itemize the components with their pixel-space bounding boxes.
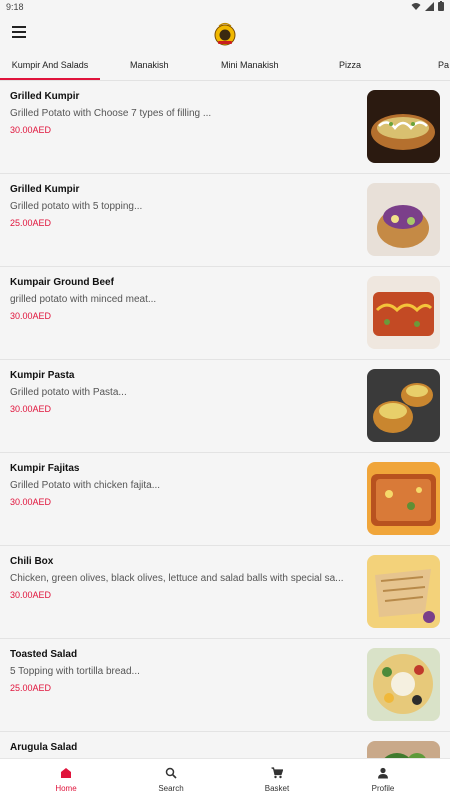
item-image <box>367 276 440 349</box>
item-image <box>367 462 440 535</box>
item-image <box>367 741 440 758</box>
nav-home-label: Home <box>55 784 77 793</box>
item-name: Arugula Salad <box>10 742 78 753</box>
menu-item[interactable]: Kumpir Fajitas Grilled Potato with chick… <box>0 453 450 546</box>
nav-profile-label: Profile <box>371 784 395 793</box>
item-description: Grilled potato with 5 topping... <box>10 201 143 212</box>
status-bar: 9:18 <box>0 0 450 14</box>
item-price: 25.00AED <box>10 683 52 693</box>
wifi-icon <box>411 2 421 10</box>
nav-basket-label: Basket <box>264 784 290 793</box>
item-description: Chicken, green olives, black olives, let… <box>10 573 344 584</box>
tab-kumpir-and-salads[interactable]: Kumpir And Salads <box>0 54 100 80</box>
item-description: 5 Topping with tortilla bread... <box>10 666 140 677</box>
nav-profile[interactable]: Profile <box>327 759 439 801</box>
item-name: Toasted Salad <box>10 649 78 660</box>
item-price: 30.00AED <box>10 125 52 135</box>
category-tabs: Kumpir And Salads Manakish Mini Manakish… <box>0 54 450 81</box>
bottom-navigation: Home Search Basket Profile <box>0 758 450 801</box>
item-image <box>367 90 440 163</box>
item-name: Grilled Kumpir <box>10 184 80 195</box>
item-price: 30.00AED <box>10 404 52 414</box>
item-name: Grilled Kumpir <box>10 91 80 102</box>
search-icon <box>165 767 177 779</box>
menu-item[interactable]: Arugula Salad <box>0 732 450 758</box>
item-description: grilled potato with minced meat... <box>10 294 157 305</box>
battery-icon <box>438 1 444 11</box>
menu-item[interactable]: Grilled Kumpir Grilled Potato with Choos… <box>0 81 450 174</box>
tab-pizza[interactable]: Pizza <box>339 54 361 78</box>
menu-item[interactable]: Chili Box Chicken, green olives, black o… <box>0 546 450 639</box>
person-icon <box>378 767 388 779</box>
item-price: 30.00AED <box>10 590 52 600</box>
home-icon <box>61 768 71 778</box>
cart-icon <box>271 767 283 779</box>
item-name: Chili Box <box>10 556 54 567</box>
nav-search-label: Search <box>158 784 184 793</box>
item-image <box>367 369 440 442</box>
item-price: 30.00AED <box>10 497 52 507</box>
tab-manakish[interactable]: Manakish <box>130 54 169 78</box>
item-name: Kumpir Pasta <box>10 370 75 381</box>
item-image <box>367 183 440 256</box>
menu-list: Grilled Kumpir Grilled Potato with Choos… <box>0 81 450 758</box>
signal-icon <box>425 1 434 11</box>
item-description: Grilled potato with Pasta... <box>10 387 127 398</box>
menu-item[interactable]: Toasted Salad 5 Topping with tortilla br… <box>0 639 450 732</box>
item-image <box>367 555 440 628</box>
menu-item[interactable]: Grilled Kumpir Grilled potato with 5 top… <box>0 174 450 267</box>
item-description: Grilled Potato with chicken fajita... <box>10 480 161 491</box>
item-price: 30.00AED <box>10 311 52 321</box>
menu-button[interactable] <box>12 26 26 38</box>
tab-pa[interactable]: Pa <box>438 54 449 78</box>
nav-basket[interactable]: Basket <box>221 759 333 801</box>
status-time: 9:18 <box>6 2 24 12</box>
restaurant-logo <box>214 22 236 46</box>
item-name: Kumpir Fajitas <box>10 463 80 474</box>
nav-search[interactable]: Search <box>115 759 227 801</box>
item-name: Kumpair Ground Beef <box>10 277 114 288</box>
item-price: 25.00AED <box>10 218 52 228</box>
tab-mini-manakish[interactable]: Mini Manakish <box>221 54 279 78</box>
nav-home[interactable]: Home <box>10 759 122 801</box>
menu-item[interactable]: Kumpir Pasta Grilled potato with Pasta..… <box>0 360 450 453</box>
item-image <box>367 648 440 721</box>
item-description: Grilled Potato with Choose 7 types of fi… <box>10 108 212 119</box>
menu-item[interactable]: Kumpair Ground Beef grilled potato with … <box>0 267 450 360</box>
app-bar <box>0 14 450 54</box>
status-icons <box>411 1 444 11</box>
